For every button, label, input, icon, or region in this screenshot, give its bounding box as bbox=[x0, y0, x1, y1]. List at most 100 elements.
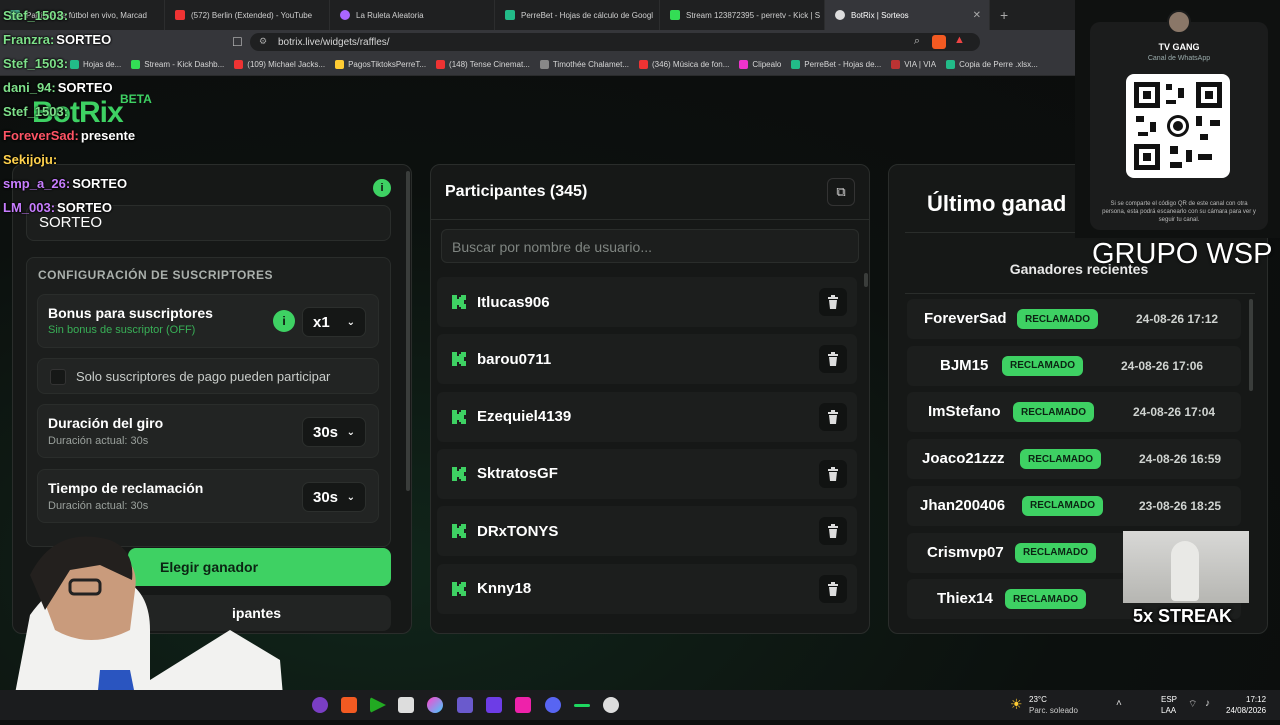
participant-row: Itlucas906 bbox=[437, 277, 857, 327]
bookmark-item[interactable]: Timothée Chalamet... bbox=[539, 60, 629, 69]
close-tab-icon[interactable]: ✕ bbox=[973, 10, 981, 21]
site-info-icon[interactable]: ⚙ bbox=[259, 36, 267, 47]
delete-participant-button[interactable] bbox=[819, 402, 847, 431]
clock-date[interactable]: 24/08/2026 bbox=[1226, 706, 1266, 715]
only-paid-row[interactable]: Solo suscriptores de pago pueden partici… bbox=[37, 358, 379, 394]
chat-text: SORTEO bbox=[57, 80, 113, 95]
copy-icon[interactable]: ⧉ bbox=[827, 178, 855, 206]
language-code[interactable]: ESP bbox=[1161, 695, 1177, 704]
chat-message: ForeverSad: presente bbox=[3, 128, 135, 143]
obs-icon[interactable] bbox=[603, 697, 619, 713]
bookmark-icon[interactable]: ☐ bbox=[232, 35, 243, 49]
browser-tab[interactable]: (572) Berlin (Extended) - YouTube bbox=[165, 0, 330, 30]
kick-icon bbox=[452, 295, 466, 309]
volume-icon[interactable]: ♪ bbox=[1205, 698, 1210, 709]
bonus-subtitle: Sin bonus de suscriptor (OFF) bbox=[48, 324, 196, 336]
chat-username: dani_94: bbox=[3, 80, 56, 95]
bookmark-item[interactable]: (109) Michael Jacks... bbox=[234, 60, 325, 69]
app-icon[interactable] bbox=[312, 697, 328, 713]
browser-tab[interactable]: Stream 123872395 - perretv - Kick | S bbox=[660, 0, 825, 30]
kick-icon bbox=[452, 524, 466, 539]
sheets-icon bbox=[791, 60, 801, 69]
bonus-multiplier-select[interactable]: x1 ⌄ bbox=[302, 307, 366, 337]
delete-participant-button[interactable] bbox=[819, 517, 847, 546]
info-icon[interactable]: i bbox=[373, 179, 391, 197]
winner-name: BJM15 bbox=[940, 356, 989, 374]
delete-participant-button[interactable] bbox=[819, 459, 847, 488]
claim-time-select[interactable]: 30s ⌄ bbox=[302, 482, 366, 512]
bookmark-item[interactable]: PagosTiktoksPerreT... bbox=[335, 60, 426, 69]
spin-value: 30s bbox=[313, 423, 339, 441]
bookmark-item[interactable]: Stream - Kick Dashb... bbox=[131, 60, 224, 69]
winner-name: ImStefano bbox=[928, 403, 1001, 421]
status-badge: RECLAMADO bbox=[1017, 309, 1098, 329]
tab-label: BotRix | Sorteos bbox=[851, 10, 909, 20]
winner-row: BJM15 RECLAMADO 24-08-26 17:06 bbox=[907, 345, 1241, 386]
new-tab-icon[interactable]: + bbox=[1000, 7, 1008, 23]
winner-row: Joaco21zzz RECLAMADO 24-08-26 16:59 bbox=[907, 439, 1241, 480]
bookmark-item[interactable]: (148) Tense Cinemat... bbox=[436, 60, 530, 69]
bookmark-item[interactable]: PerreBet - Hojas de... bbox=[791, 60, 881, 69]
weather-icon: ☀ bbox=[1010, 696, 1023, 712]
url-text: botrix.live/widgets/raffles/ bbox=[278, 36, 390, 48]
avatar bbox=[1167, 10, 1191, 34]
brave-icon[interactable] bbox=[341, 697, 357, 713]
bookmark-item[interactable]: VIA | VIA bbox=[891, 60, 936, 69]
grid-icon[interactable] bbox=[457, 697, 473, 713]
trash-icon bbox=[828, 295, 838, 309]
zoom-icon[interactable]: ⌕ bbox=[914, 35, 920, 48]
delete-participant-button[interactable] bbox=[819, 288, 847, 316]
winner-date: 24-08-26 17:12 bbox=[1136, 312, 1219, 326]
bookmark-item[interactable]: (346) Música de fon... bbox=[639, 60, 729, 69]
last-winner-title: Último ganad bbox=[927, 191, 1067, 216]
kick-icon bbox=[670, 10, 680, 20]
bookmark-item[interactable]: Copia de Perre .xlsx... bbox=[946, 60, 1038, 69]
bookmark-item[interactable]: Clipealo bbox=[739, 60, 781, 69]
keyboard-layout[interactable]: LAA bbox=[1161, 706, 1176, 715]
scrollbar[interactable] bbox=[864, 273, 868, 287]
brave-shield-icon[interactable] bbox=[932, 35, 946, 49]
network-icon[interactable]: ⌔ bbox=[1188, 698, 1197, 711]
brave-rewards-icon[interactable]: ▲ bbox=[954, 34, 965, 46]
scrollbar[interactable] bbox=[1249, 299, 1253, 391]
info-icon[interactable]: i bbox=[273, 310, 295, 332]
status-badge: RECLAMADO bbox=[1015, 542, 1096, 563]
participant-search-input[interactable]: Buscar por nombre de usuario... bbox=[441, 229, 859, 263]
chevron-up-icon[interactable]: ˄ bbox=[1116, 698, 1122, 709]
youtube-icon bbox=[639, 60, 649, 69]
browser-tab-active[interactable]: BotRix | Sorteos ✕ bbox=[825, 0, 990, 30]
discord-icon[interactable] bbox=[545, 697, 561, 713]
subscriber-config-section: CONFIGURACIÓN DE SUSCRIPTORES Bonus para… bbox=[26, 257, 391, 547]
kick-icon bbox=[452, 581, 466, 596]
section-title: CONFIGURACIÓN DE SUSCRIPTORES bbox=[38, 268, 273, 282]
delete-participant-button[interactable] bbox=[819, 574, 847, 603]
app-icon[interactable] bbox=[574, 704, 590, 707]
chat-username: Sekijoju: bbox=[3, 152, 58, 167]
participant-row: barou0711 bbox=[437, 334, 857, 385]
url-field[interactable]: ⚙ botrix.live/widgets/raffles/ ⌕ ⇪ bbox=[250, 33, 980, 51]
clock-time[interactable]: 17:12 bbox=[1246, 695, 1266, 704]
play-icon[interactable] bbox=[370, 697, 386, 713]
status-badge: RECLAMADO bbox=[1020, 449, 1101, 470]
kick-icon bbox=[452, 409, 466, 424]
browser-tab[interactable]: PerreBet - Hojas de cálculo de Googl bbox=[495, 0, 660, 30]
scrollbar[interactable] bbox=[406, 171, 410, 491]
status-badge: RECLAMADO bbox=[1005, 589, 1086, 610]
app-icon[interactable] bbox=[427, 697, 443, 713]
tab-label: PerreBet - Hojas de cálculo de Googl bbox=[521, 10, 654, 20]
browser-tab[interactable]: La Ruleta Aleatoria bbox=[330, 0, 495, 30]
app-icon[interactable] bbox=[515, 697, 531, 713]
chat-username: Stef_1503: bbox=[3, 104, 69, 119]
tab-favicon-icon bbox=[340, 10, 350, 20]
spin-duration-select[interactable]: 30s ⌄ bbox=[302, 417, 366, 447]
app-icon[interactable] bbox=[486, 697, 502, 713]
only-paid-checkbox[interactable] bbox=[50, 369, 66, 385]
status-badge: RECLAMADO bbox=[1022, 495, 1103, 516]
delete-participant-button[interactable] bbox=[819, 345, 847, 374]
bookmark-item[interactable]: Hojas de... bbox=[70, 60, 121, 69]
chat-message: Stef_1503: bbox=[3, 56, 70, 71]
tab-favicon-icon bbox=[835, 10, 845, 20]
claim-time-card: Tiempo de reclamación Duración actual: 3… bbox=[37, 469, 379, 523]
bookmarks-bar: Hojas de... Stream - Kick Dashb... (109)… bbox=[0, 54, 1075, 76]
app-icon[interactable] bbox=[398, 697, 414, 713]
